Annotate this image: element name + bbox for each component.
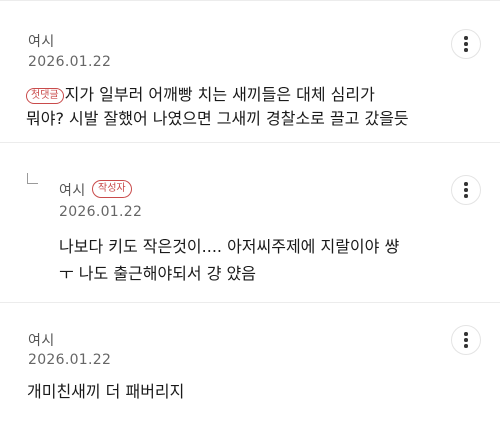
comment-author[interactable]: 여시: [28, 31, 55, 51]
comment-line: ㅜ 나도 출근해야되서 걍 얐음: [59, 264, 256, 283]
comment-date: 2026.01.22: [28, 54, 112, 70]
comment-body: 개미친새끼 더 패버리지: [27, 380, 184, 404]
comment-body: 나보다 키도 작은것이.... 아저씨주제에 지랄이야 썅 ㅜ 나도 출근해야되…: [59, 233, 399, 287]
comment-item: 여시 2026.01.22 첫댓글 지가 일부러 어깨빵 치는 새끼들은 대체 심…: [0, 0, 500, 143]
comment-line: 개미친새끼 더 패버리지: [27, 382, 185, 401]
more-vertical-icon: [464, 332, 468, 336]
comment-line: 나보다 키도 작은것이.... 아저씨주제에 지랄이야 썅: [59, 237, 400, 256]
reply-arrow-icon: [27, 173, 38, 184]
more-vertical-icon-dot: [464, 344, 468, 348]
more-vertical-icon: [464, 182, 468, 186]
more-vertical-icon-dot: [464, 188, 468, 192]
comment-line: 첫댓글 지가 일부러 어깨빵 치는 새끼들은 대체 심리가: [26, 83, 409, 107]
author-badge: 작성자: [92, 180, 132, 198]
comment-item: 여시 2026.01.22 개미친새끼 더 패버리지: [0, 303, 500, 429]
comment-line: 뭐야? 시발 잘했어 나였으면 그새끼 경찰소로 끌고 갔을듯: [26, 109, 409, 128]
comment-line-text: 지가 일부러 어깨빵 치는 새끼들은 대체 심리가: [64, 85, 375, 104]
more-vertical-icon: [464, 36, 468, 40]
more-vertical-icon-dot: [464, 194, 468, 198]
comment-date: 2026.01.22: [59, 204, 143, 220]
comment-author[interactable]: 여시: [28, 330, 55, 350]
comment-body: 첫댓글 지가 일부러 어깨빵 치는 새끼들은 대체 심리가 뭐야? 시발 잘했어 …: [26, 83, 409, 131]
comment-author[interactable]: 여시: [59, 180, 86, 200]
more-options-button[interactable]: [451, 175, 481, 205]
first-comment-badge: 첫댓글: [26, 88, 64, 104]
more-vertical-icon-dot: [464, 338, 468, 342]
more-options-button[interactable]: [451, 325, 481, 355]
more-options-button[interactable]: [451, 29, 481, 59]
more-vertical-icon-dot: [464, 48, 468, 52]
reply-comment-item: 여시 작성자 2026.01.22 나보다 키도 작은것이.... 아저씨주제에…: [0, 143, 500, 303]
more-vertical-icon-dot: [464, 42, 468, 46]
comment-date: 2026.01.22: [28, 352, 112, 368]
